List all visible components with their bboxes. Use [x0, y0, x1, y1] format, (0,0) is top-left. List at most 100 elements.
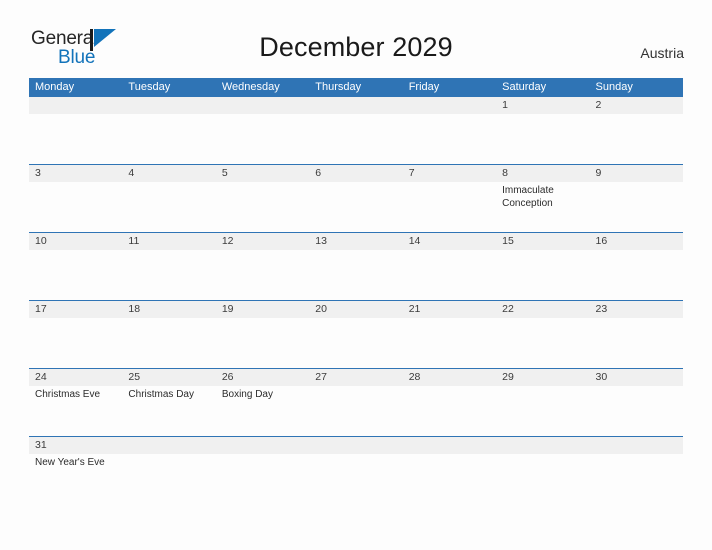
- day-events-strip: [29, 114, 683, 164]
- day-number-20[interactable]: 20: [309, 301, 402, 318]
- day-number-12[interactable]: 12: [216, 233, 309, 250]
- day-cell: New Year's Eve: [29, 454, 122, 490]
- day-cell: [122, 318, 215, 368]
- day-number-21[interactable]: 21: [403, 301, 496, 318]
- day-cell: [403, 182, 496, 232]
- day-cell: [216, 250, 309, 300]
- day-number-2[interactable]: 2: [590, 97, 683, 114]
- day-number-1[interactable]: 1: [496, 97, 589, 114]
- day-cell: [309, 386, 402, 436]
- day-number-empty: [122, 97, 215, 114]
- day-cell: [590, 454, 683, 490]
- day-number-25[interactable]: 25: [122, 369, 215, 386]
- weekday-header-tuesday: Tuesday: [128, 81, 171, 93]
- day-cell: [403, 318, 496, 368]
- week-row: 31 New Year's Eve: [29, 436, 683, 490]
- day-number-3[interactable]: 3: [29, 165, 122, 182]
- day-cell: [590, 386, 683, 436]
- day-number-29[interactable]: 29: [496, 369, 589, 386]
- day-number-8[interactable]: 8: [496, 165, 589, 182]
- holiday-event: Christmas Day: [128, 389, 194, 400]
- day-number-strip: 3456789: [29, 165, 683, 182]
- holiday-event: Christmas Eve: [35, 389, 101, 400]
- weeks-container: 1 2 3 4 5 6 7 8 9 Immaculate Conception 10 11 12 13 14…: [29, 97, 683, 490]
- weekday-header-row: Monday Tuesday Wednesday Thursday Friday Satu…: [29, 78, 683, 97]
- day-cell: Boxing Day: [216, 386, 309, 436]
- holiday-event: Boxing Day: [221, 389, 273, 400]
- day-number-22[interactable]: 22: [496, 301, 589, 318]
- region-label: Austria: [640, 45, 684, 61]
- holiday-event: New Year's Eve: [35, 457, 105, 468]
- day-number-17[interactable]: 17: [29, 301, 122, 318]
- day-cell: [122, 454, 215, 490]
- day-number-27[interactable]: 27: [309, 369, 402, 386]
- day-number-5[interactable]: 5: [216, 165, 309, 182]
- day-cell: [496, 114, 589, 164]
- day-number-empty: [403, 437, 496, 454]
- day-number-empty: [216, 437, 309, 454]
- day-number-30[interactable]: 30: [590, 369, 683, 386]
- day-number-24[interactable]: 24: [29, 369, 122, 386]
- day-number-14[interactable]: 14: [403, 233, 496, 250]
- day-events-strip: Christmas Eve Christmas Day Boxing Day: [29, 386, 683, 436]
- day-number-15[interactable]: 15: [496, 233, 589, 250]
- day-number-18[interactable]: 18: [122, 301, 215, 318]
- day-events-strip: [29, 250, 683, 300]
- day-number-4[interactable]: 4: [122, 165, 215, 182]
- day-number-9[interactable]: 9: [590, 165, 683, 182]
- day-number-empty: [496, 437, 589, 454]
- day-cell: [309, 454, 402, 490]
- day-number-6[interactable]: 6: [309, 165, 402, 182]
- day-number-strip: 12: [29, 97, 683, 114]
- day-cell: [309, 182, 402, 232]
- day-number-strip: 10 11 12 13 14 15 16: [29, 233, 683, 250]
- day-cell: [29, 318, 122, 368]
- day-number-23[interactable]: 23: [590, 301, 683, 318]
- day-number-empty: [29, 97, 122, 114]
- weekday-header-monday: Monday: [35, 81, 75, 93]
- day-number-26[interactable]: 26: [216, 369, 309, 386]
- day-events-strip: New Year's Eve: [29, 454, 683, 490]
- day-cell: [496, 250, 589, 300]
- week-row: 12: [29, 97, 683, 164]
- day-cell: [496, 454, 589, 490]
- week-row: 24 25 26 27 28 29 30 Christmas Eve Christmas Day…: [29, 368, 683, 436]
- day-cell: [590, 318, 683, 368]
- day-number-empty: [590, 437, 683, 454]
- day-number-empty: [122, 437, 215, 454]
- day-cell: [29, 114, 122, 164]
- day-cell: [29, 182, 122, 232]
- day-number-empty: [309, 437, 402, 454]
- day-cell: [403, 250, 496, 300]
- day-number-31[interactable]: 31: [29, 437, 122, 454]
- week-row: 3 4 5 6 7 8 9 Immaculate Conception: [29, 164, 683, 232]
- day-number-19[interactable]: 19: [216, 301, 309, 318]
- day-number-10[interactable]: 10: [29, 233, 122, 250]
- day-number-strip: 31: [29, 437, 683, 454]
- weekday-header-wednesday: Wednesday: [221, 81, 280, 93]
- day-number-13[interactable]: 13: [309, 233, 402, 250]
- day-cell: [403, 454, 496, 490]
- day-number-strip: 24 25 26 27 28 29 30: [29, 369, 683, 386]
- weekday-header-friday: Friday: [408, 81, 440, 93]
- day-cell: [216, 114, 309, 164]
- calendar-table: Monday Tuesday Wednesday Thursday Friday Satu…: [29, 78, 683, 490]
- day-number-16[interactable]: 16: [590, 233, 683, 250]
- day-cell: Christmas Day: [122, 386, 215, 436]
- day-number-28[interactable]: 28: [403, 369, 496, 386]
- day-cell: [216, 182, 309, 232]
- day-cell: [590, 114, 683, 164]
- day-number-empty: [216, 97, 309, 114]
- day-cell: [122, 182, 215, 232]
- day-cell: [309, 114, 402, 164]
- day-number-11[interactable]: 11: [122, 233, 215, 250]
- day-cell: [309, 250, 402, 300]
- day-cell: [216, 318, 309, 368]
- day-number-7[interactable]: 7: [403, 165, 496, 182]
- weekday-header-sunday: Sunday: [595, 81, 633, 93]
- weekday-header-saturday: Saturday: [502, 81, 547, 93]
- day-cell: [309, 318, 402, 368]
- day-cell: [403, 386, 496, 436]
- day-cell: Christmas Eve: [29, 386, 122, 436]
- day-events-strip: [29, 318, 683, 368]
